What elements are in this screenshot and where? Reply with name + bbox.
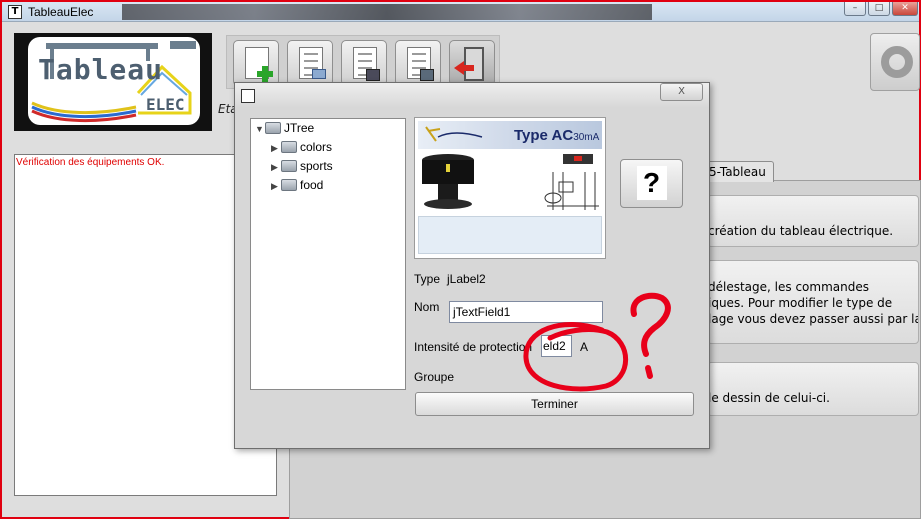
- card-line: lage vous devez passer aussi par la: [708, 312, 919, 326]
- breaker-knob-icon: [422, 154, 474, 209]
- tree-node-sports[interactable]: ▶ sports: [271, 159, 333, 173]
- info-card-creation: création du tableau électrique.: [707, 195, 919, 247]
- device-type-label: Type AC30mA: [514, 127, 600, 144]
- settings-button[interactable]: [870, 33, 920, 91]
- tree-node-colors[interactable]: ▶ colors: [271, 140, 332, 154]
- tableau-app-icon: T: [8, 5, 22, 19]
- device-info-box: [418, 216, 602, 254]
- card-line: création du tableau électrique.: [708, 224, 894, 238]
- application-window: T TableauElec – □ ✕ Tableau ELEC Eta Vér…: [0, 0, 921, 519]
- jtree[interactable]: ▼ JTree ▶ colors ▶ sports ▶ food: [250, 118, 406, 390]
- question-mark-icon: ?: [636, 166, 667, 200]
- intensite-unit: A: [580, 340, 589, 354]
- tab-tableau[interactable]: 5-Tableau: [702, 161, 774, 182]
- expand-arrow-icon[interactable]: ▼: [255, 124, 265, 134]
- info-card-dessin: le dessin de celui-ci.: [707, 362, 919, 416]
- type-value: jLabel2: [447, 272, 486, 286]
- collapse-arrow-icon[interactable]: ▶: [271, 181, 281, 192]
- maximize-button[interactable]: □: [868, 2, 890, 16]
- tree-node-label: food: [300, 178, 324, 192]
- folder-icon: [281, 160, 297, 172]
- dialog-app-icon: [241, 89, 255, 103]
- dialog-titlebar: X: [235, 83, 709, 107]
- tree-node-label: sports: [300, 159, 333, 173]
- new-document-button[interactable]: [233, 40, 279, 86]
- open-document-button[interactable]: [287, 40, 333, 86]
- card-line: le dessin de celui-ci.: [708, 391, 830, 405]
- tableau-elec-logo: Tableau ELEC: [14, 33, 212, 131]
- exit-button[interactable]: [449, 40, 495, 86]
- blurred-titlebar-region: [122, 4, 652, 20]
- copy-document-button[interactable]: [395, 40, 441, 86]
- main-toolbar: [226, 35, 500, 89]
- info-card-delestage: délestage, les commandes iques. Pour mod…: [707, 260, 919, 344]
- device-header: Type AC30mA: [418, 121, 602, 149]
- tree-node-label: colors: [300, 140, 333, 154]
- tree-root[interactable]: ▼ JTree: [255, 121, 314, 135]
- logo-text-sub: ELEC: [146, 95, 185, 114]
- collapse-arrow-icon[interactable]: ▶: [271, 162, 281, 173]
- log-message: Vérification des équipements OK.: [16, 157, 165, 168]
- save-document-button[interactable]: [341, 40, 387, 86]
- equipment-dialog: X ▼ JTree ▶ colors ▶ sports ▶ food Type …: [234, 82, 710, 449]
- intensite-field[interactable]: eld2: [541, 335, 572, 357]
- gear-icon: [881, 46, 913, 78]
- groupe-label: Groupe: [414, 370, 455, 384]
- type-label: Type: [414, 272, 441, 286]
- device-image-panel: Type AC30mA: [414, 117, 606, 259]
- close-button[interactable]: ✕: [892, 2, 918, 16]
- window-titlebar: T TableauElec – □ ✕: [2, 2, 919, 22]
- folder-icon: [281, 141, 297, 153]
- help-button[interactable]: ?: [620, 159, 683, 208]
- tree-root-label: JTree: [284, 121, 315, 135]
- card-line: iques. Pour modifier le type de: [708, 296, 893, 310]
- card-line: délestage, les commandes: [708, 280, 869, 294]
- collapse-arrow-icon[interactable]: ▶: [271, 143, 281, 154]
- terminer-button[interactable]: Terminer: [415, 392, 694, 416]
- circuit-diagram-icon: [544, 154, 599, 210]
- tree-node-food[interactable]: ▶ food: [271, 178, 323, 192]
- minimize-button[interactable]: –: [844, 2, 866, 16]
- intensite-label: Intensité de protection: [414, 340, 533, 354]
- nom-field[interactable]: jTextField1: [449, 301, 603, 323]
- folder-icon: [281, 179, 297, 191]
- folder-icon: [265, 122, 281, 134]
- logo-text-main: Tableau: [38, 53, 164, 86]
- brand-logo-icon: [425, 126, 483, 142]
- nom-label: Nom: [414, 300, 440, 314]
- plus-icon: [257, 66, 273, 82]
- window-title: TableauElec: [28, 5, 94, 19]
- dialog-close-button[interactable]: X: [660, 83, 703, 101]
